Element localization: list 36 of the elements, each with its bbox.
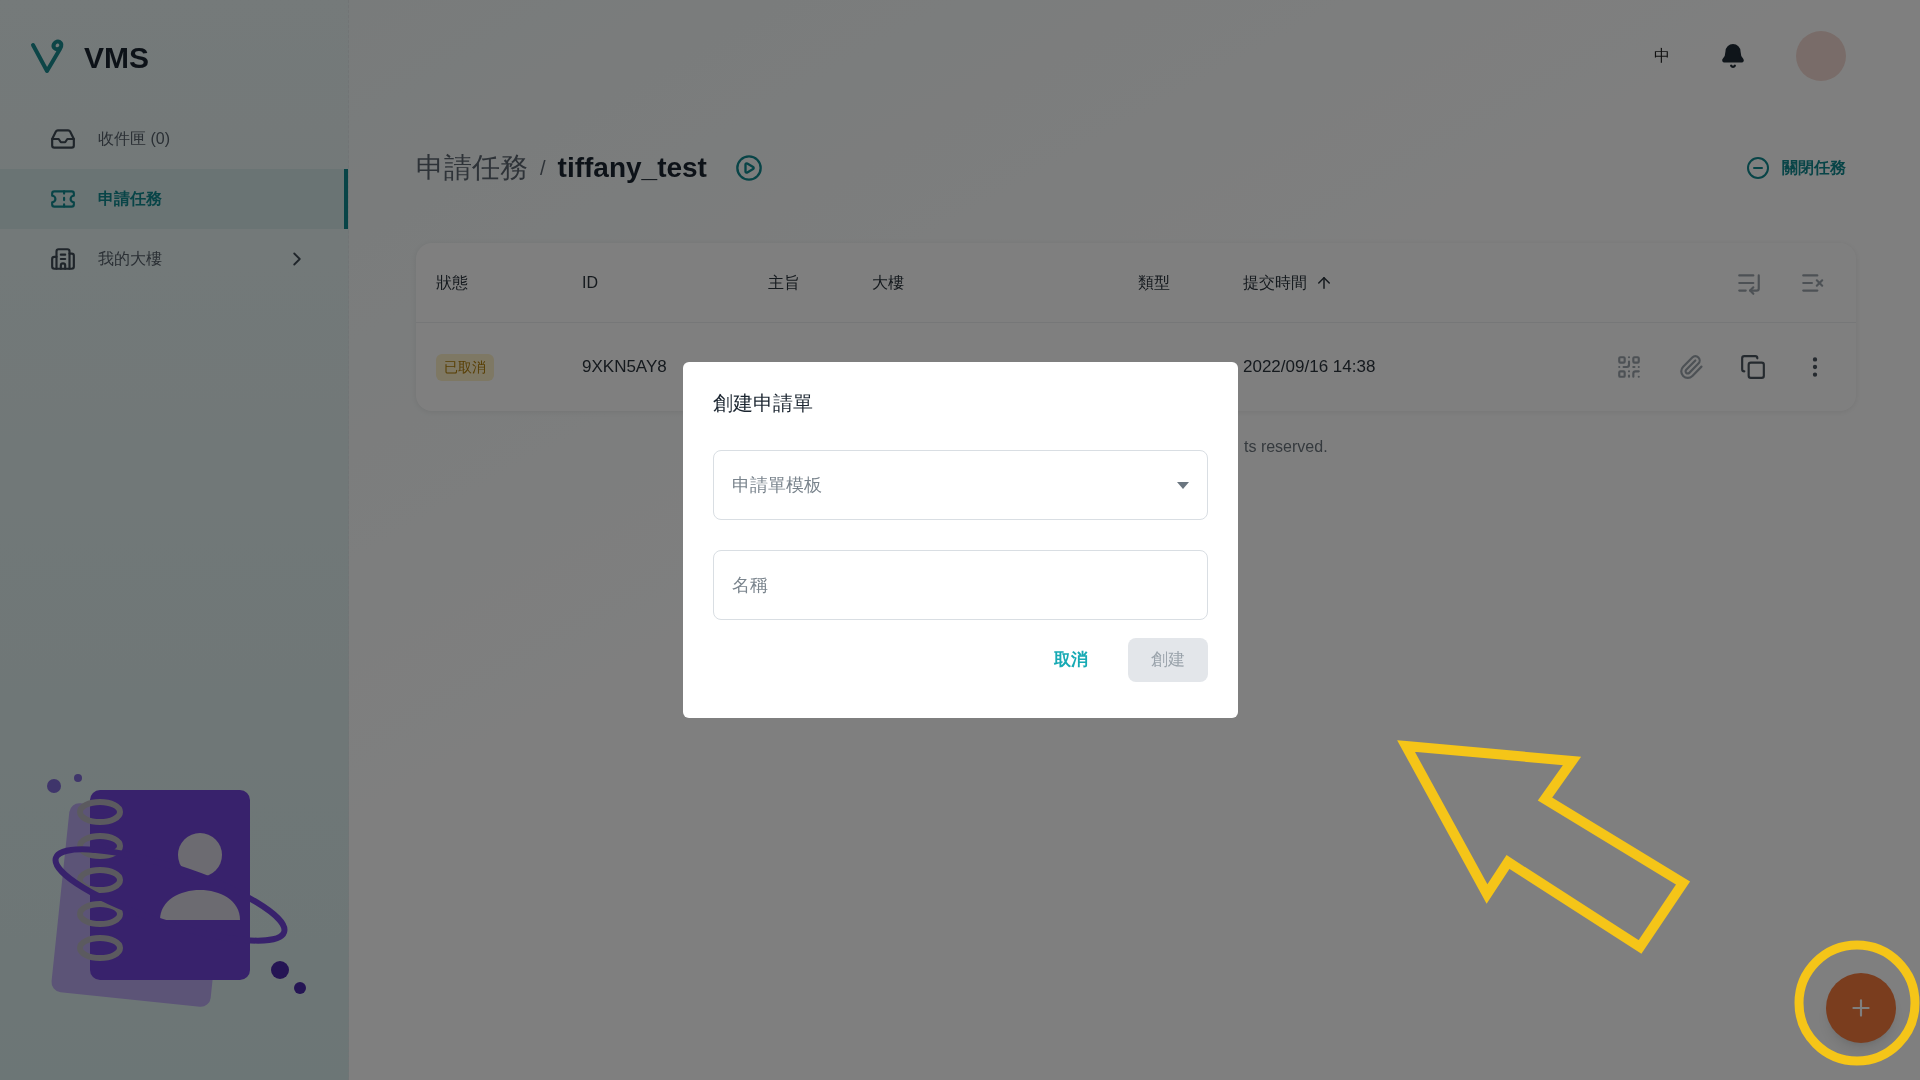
table-cell: 9XKN5AY8: [582, 357, 667, 377]
column-header[interactable]: 大樓: [872, 270, 904, 295]
column-header[interactable]: 狀態: [436, 270, 468, 295]
column-header[interactable]: ID: [582, 270, 598, 295]
app-name: VMS: [84, 39, 149, 76]
breadcrumb-current: tiffany_test: [557, 151, 707, 185]
sidebar-label: 我的大樓: [98, 249, 162, 269]
sidebar-label: 收件匣 (0): [98, 129, 170, 149]
dropdown-caret-icon: [1177, 481, 1189, 489]
column-header[interactable]: 類型: [1138, 270, 1170, 295]
table-cell: 2022/09/16 14:38: [1243, 357, 1376, 377]
paperclip-icon[interactable]: [1678, 354, 1704, 380]
breadcrumb-parent[interactable]: 申請任務: [416, 147, 528, 189]
column-header[interactable]: 提交時間: [1243, 270, 1307, 295]
select-placeholder: 申請單模板: [732, 473, 822, 497]
column-header[interactable]: 主旨: [768, 270, 800, 295]
status-badge: 已取消: [436, 353, 494, 381]
cancel-button[interactable]: 取消: [1034, 638, 1108, 682]
dialog-title: 創建申請單: [713, 391, 814, 416]
name-field[interactable]: 名稱: [713, 550, 1208, 620]
language-button[interactable]: 中: [1654, 44, 1670, 68]
minus-circle-icon: [1746, 156, 1770, 180]
inbox-icon: [50, 126, 76, 152]
qr-code-icon[interactable]: [1616, 354, 1642, 380]
template-select[interactable]: 申請單模板: [713, 450, 1208, 520]
copy-icon[interactable]: [1740, 354, 1766, 380]
close-task-button[interactable]: 關閉任務: [1746, 156, 1846, 180]
play-icon[interactable]: [734, 154, 763, 182]
sidebar-item[interactable]: 我的大樓: [0, 229, 348, 289]
notification-icon[interactable]: [1720, 43, 1746, 69]
breadcrumb-separator: /: [540, 156, 546, 181]
sidebar-label: 申請任務: [98, 189, 162, 209]
building-icon: [50, 246, 76, 272]
sidebar-item[interactable]: 申請任務: [0, 169, 348, 229]
sidebar-item[interactable]: 收件匣 (0): [0, 109, 348, 169]
footer-text: ts reserved.: [1244, 438, 1328, 455]
